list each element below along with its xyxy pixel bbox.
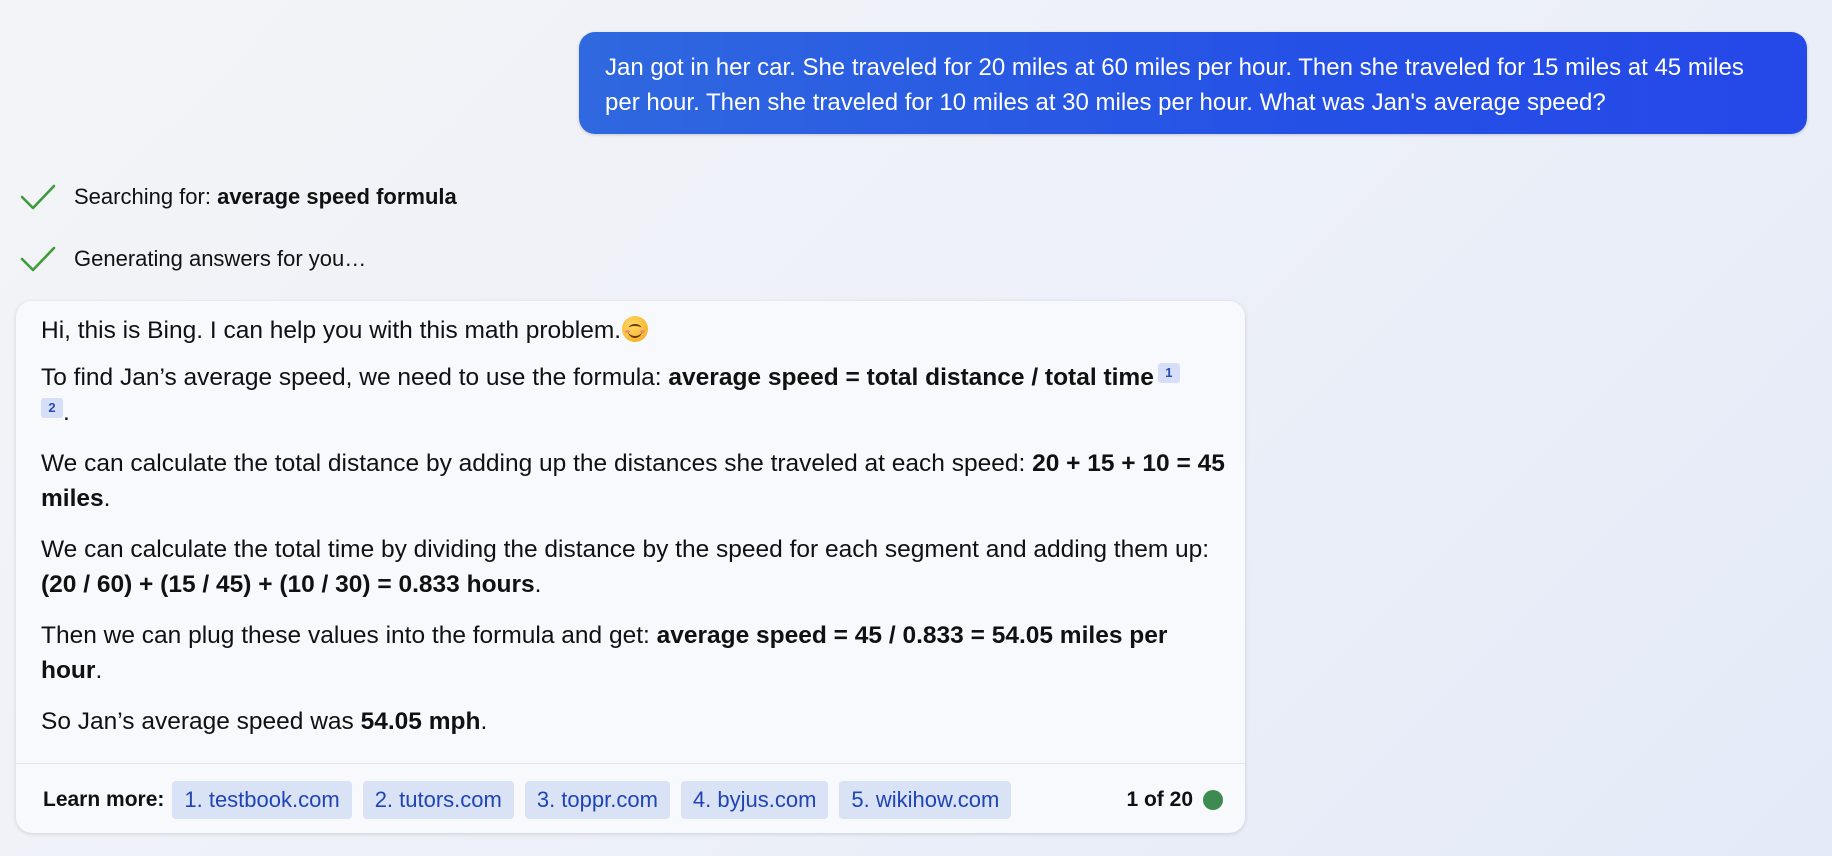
checkmark-icon xyxy=(20,184,56,210)
source-link-testbook[interactable]: 1. testbook.com xyxy=(172,781,352,819)
time-bold-text: (20 / 60) + (15 / 45) + (10 / 30) = 0.83… xyxy=(41,571,535,598)
answer-body: Hi, this is Bing. I can help you with th… xyxy=(41,313,1231,755)
citation-2[interactable]: 2 xyxy=(41,398,63,418)
user-message-text: Jan got in her car. She traveled for 20 … xyxy=(605,54,1744,116)
user-message-bubble: Jan got in her car. She traveled for 20 … xyxy=(579,32,1807,134)
answer-greeting: Hi, this is Bing. I can help you with th… xyxy=(41,313,1231,348)
time-text: We can calculate the total time by divid… xyxy=(41,536,1210,563)
source-link-tutors[interactable]: 2. tutors.com xyxy=(362,781,514,819)
formula-intro-text: To find Jan’s average speed, we need to … xyxy=(41,364,669,391)
source-link-byjus[interactable]: 4. byjus.com xyxy=(680,781,829,819)
result-period: . xyxy=(95,657,103,684)
greeting-text: Hi, this is Bing. I can help you with th… xyxy=(41,317,622,344)
turn-counter: 1 of 20 xyxy=(1126,781,1223,819)
source-link-toppr[interactable]: 3. toppr.com xyxy=(524,781,670,819)
result-text: Then we can plug these values into the f… xyxy=(41,622,657,649)
distance-period: . xyxy=(103,485,111,512)
conclusion-text: So Jan’s average speed was xyxy=(41,708,361,735)
time-period: . xyxy=(534,571,542,598)
answer-paragraph-conclusion: So Jan’s average speed was 54.05 mph. xyxy=(41,704,1231,739)
learn-more-bar: Learn more: 1. testbook.com 2. tutors.co… xyxy=(43,781,1022,819)
answer-paragraph-time: We can calculate the total time by divid… xyxy=(41,532,1231,602)
learn-more-label: Learn more: xyxy=(43,788,165,811)
status-dot-icon xyxy=(1203,790,1223,810)
status-searching: Searching for: average speed formula xyxy=(20,180,457,214)
turn-counter-text: 1 of 20 xyxy=(1126,788,1193,811)
status-searching-query: average speed formula xyxy=(217,184,457,209)
formula-bold-text: average speed = total distance / total t… xyxy=(668,364,1154,391)
status-generating-text: Generating answers for you… xyxy=(74,246,367,271)
answer-paragraph-formula: To find Jan’s average speed, we need to … xyxy=(41,360,1231,430)
citation-1[interactable]: 1 xyxy=(1157,363,1180,383)
bot-answer-card: Hi, this is Bing. I can help you with th… xyxy=(16,301,1245,833)
answer-paragraph-distance: We can calculate the total distance by a… xyxy=(41,446,1231,516)
conclusion-period: . xyxy=(480,708,488,735)
conclusion-bold-text: 54.05 mph xyxy=(360,708,481,735)
status-generating: Generating answers for you… xyxy=(20,242,366,276)
card-divider xyxy=(16,763,1245,764)
status-searching-prefix: Searching for: xyxy=(74,184,218,209)
answer-paragraph-result: Then we can plug these values into the f… xyxy=(41,618,1231,688)
checkmark-icon xyxy=(20,246,56,272)
smiling-face-icon xyxy=(622,316,649,342)
source-link-wikihow[interactable]: 5. wikihow.com xyxy=(839,781,1012,819)
distance-text: We can calculate the total distance by a… xyxy=(41,450,1033,477)
formula-period: . xyxy=(63,399,70,426)
